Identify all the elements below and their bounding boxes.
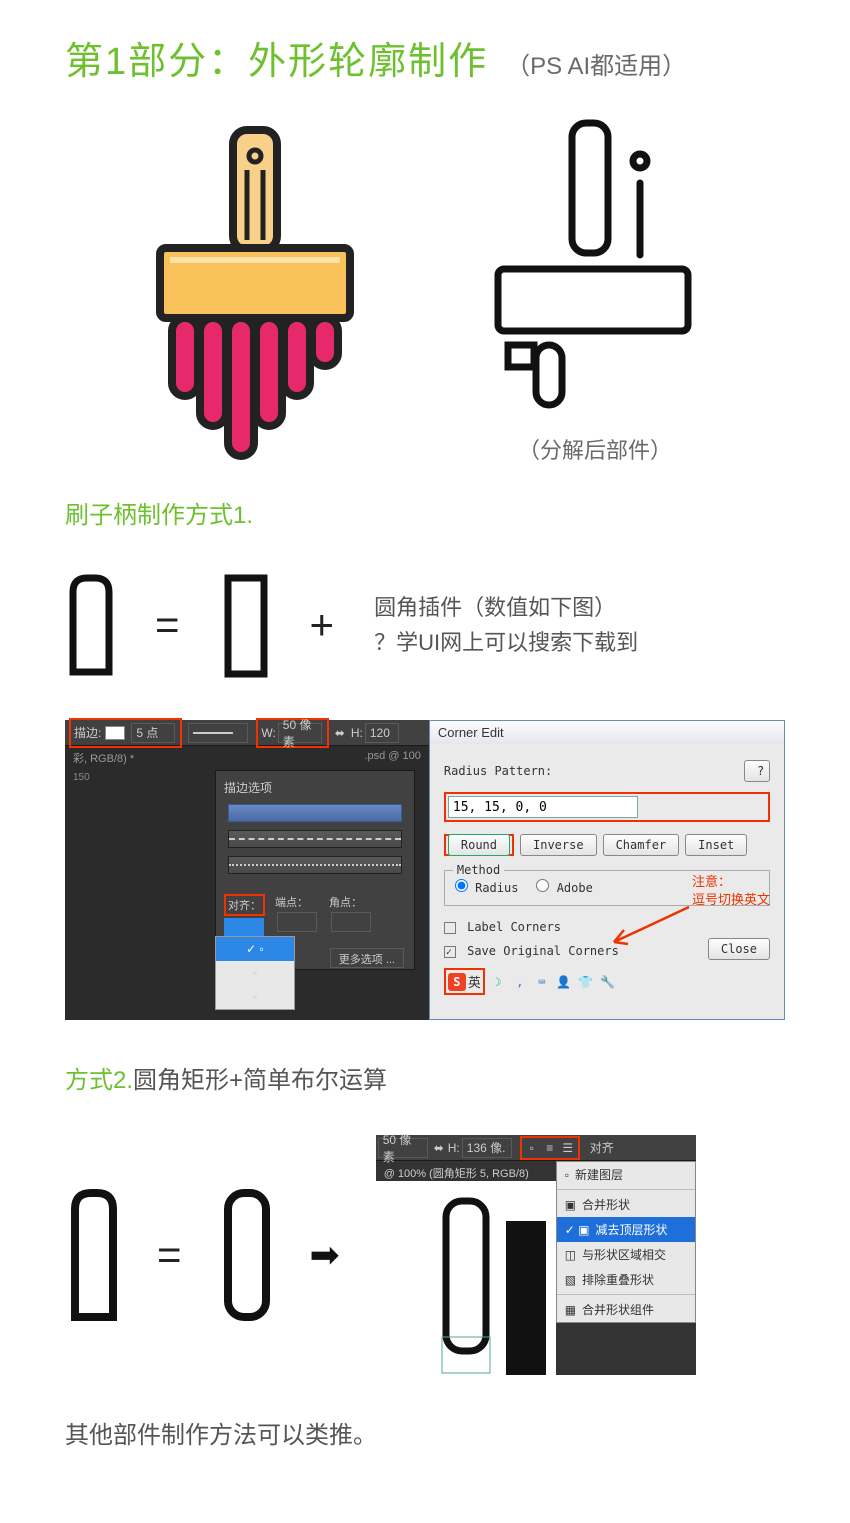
stroke-size-input[interactable]: 5 点 xyxy=(131,723,175,743)
section2-title: 方式2.圆角矩形+简单布尔运算 xyxy=(65,1060,785,1095)
corner-dropdown[interactable] xyxy=(331,912,371,932)
label-corners-checkbox[interactable] xyxy=(444,922,456,934)
ime-moon-icon[interactable]: ☽ xyxy=(489,973,507,991)
equals-sign-2: = xyxy=(157,1231,182,1279)
photoshop-layer-panel: 50 像素 ⬌ H: 136 像. ▫ ≡ ☰ 对齐 @ 100% (圆角矩形 … xyxy=(376,1135,696,1375)
more-options-button[interactable]: 更多选项 ... xyxy=(330,948,404,968)
method1-equation: = + 圆角插件（数值如下图） ？学UI网上可以搜索下载到 xyxy=(65,570,785,680)
rounded-top-rect-icon xyxy=(65,570,115,680)
plus-sign: + xyxy=(310,601,335,649)
footer-text: 其他部件制作方法可以类推。 xyxy=(65,1415,785,1450)
stroke-dotted-option[interactable] xyxy=(228,856,402,874)
rounded-rect-icon xyxy=(218,1185,274,1325)
method-legend: Method xyxy=(453,863,504,877)
link-icon-2[interactable]: ⬌ xyxy=(434,1141,444,1155)
corner-edit-dialog: Corner Edit Radius Pattern: ? Round Inve… xyxy=(429,720,785,1020)
round-button[interactable]: Round xyxy=(448,834,510,856)
arrange-icon[interactable]: ☰ xyxy=(559,1139,577,1157)
stroke-style-dropdown[interactable] xyxy=(188,723,248,743)
ime-user-icon[interactable]: 👤 xyxy=(555,973,573,991)
align-center-option[interactable]: ▫ xyxy=(216,961,294,985)
ime-keyboard-icon[interactable]: ⌨ xyxy=(533,973,551,991)
save-original-checkbox[interactable] xyxy=(444,946,456,958)
align-inside-option[interactable]: ✓ ▫ xyxy=(216,937,294,961)
illustration-caption: （分解后部件） xyxy=(518,433,672,465)
method1-text: 圆角插件（数值如下图） ？学UI网上可以搜索下载到 xyxy=(374,590,638,660)
rect-icon xyxy=(220,570,270,680)
arrow-icon xyxy=(604,902,694,952)
radius-radio[interactable]: Radius xyxy=(455,879,519,895)
inverse-button[interactable]: Inverse xyxy=(520,834,597,856)
align-outside-option[interactable]: ▫ xyxy=(216,985,294,1009)
photoshop-stroke-panel: 描边: 5 点 W: 50 像素 ⬌ H: 120 彩, RGB/8) * .p… xyxy=(65,720,429,1020)
method2-equation: = ➡ 50 像素 ⬌ H: 136 像. ▫ ≡ ☰ 对齐 @ 100% (圆… xyxy=(65,1135,785,1375)
illustration-row: （分解后部件） xyxy=(65,115,785,465)
sogou-ime-icon[interactable]: S xyxy=(448,973,466,991)
brush-colored xyxy=(140,120,360,460)
chamfer-button[interactable]: Chamfer xyxy=(603,834,680,856)
main-title: 第1部分：外形轮廓制作 xyxy=(65,30,488,85)
align-dropdown[interactable] xyxy=(224,918,264,936)
stroke-solid-option[interactable] xyxy=(228,804,402,822)
stroke-label: 描边: xyxy=(74,724,101,741)
align-label-2: 对齐 xyxy=(590,1139,614,1156)
width-input-2[interactable]: 50 像素 xyxy=(378,1138,428,1158)
shape-operations-menu: ▫新建图层 ▣合并形状 ✓ ▣减去顶层形状 ◫与形状区域相交 ▧排除重叠形状 ▦… xyxy=(556,1161,696,1323)
align-icon[interactable]: ≡ xyxy=(541,1139,559,1157)
inset-button[interactable]: Inset xyxy=(685,834,747,856)
link-icon[interactable]: ⬌ xyxy=(335,726,345,740)
adobe-radio[interactable]: Adobe xyxy=(536,879,592,895)
close-button[interactable]: Close xyxy=(708,938,770,960)
height-input-2[interactable]: 136 像. xyxy=(462,1138,512,1158)
height-input[interactable]: 120 xyxy=(365,723,399,743)
align-options-popup: ✓ ▫ ▫ ▫ xyxy=(215,936,295,1010)
ime-wrench-icon[interactable]: 🔧 xyxy=(599,973,617,991)
exclude-option[interactable]: ▧排除重叠形状 xyxy=(557,1267,695,1292)
stroke-options-title: 描边选项 xyxy=(224,779,406,796)
radius-pattern-input[interactable] xyxy=(448,796,638,818)
panels-group: 描边: 5 点 W: 50 像素 ⬌ H: 120 彩, RGB/8) * .p… xyxy=(65,720,785,1020)
cap-dropdown[interactable] xyxy=(277,912,317,932)
new-layer-option[interactable]: ▫新建图层 xyxy=(557,1162,695,1187)
help-button[interactable]: ? xyxy=(744,760,770,782)
dialog-title: Corner Edit xyxy=(430,721,784,744)
page-header: 第1部分：外形轮廓制作 （PS AI都适用） xyxy=(65,30,785,85)
width-input[interactable]: 50 像素 xyxy=(278,723,322,743)
intersect-option[interactable]: ◫与形状区域相交 xyxy=(557,1242,695,1267)
ime-lang-toggle[interactable]: 英 xyxy=(468,972,481,991)
note-text: 注意： 逗号切换英文 xyxy=(692,874,770,910)
rounded-top-rect-icon-2 xyxy=(65,1185,121,1325)
ime-punct-icon[interactable]: , xyxy=(511,973,529,991)
arrow-right-icon: ➡ xyxy=(310,1234,340,1276)
subtract-option[interactable]: ✓ ▣减去顶层形状 xyxy=(557,1217,695,1242)
pathops-icon[interactable]: ▫ xyxy=(523,1139,541,1157)
subtitle: （PS AI都适用） xyxy=(506,46,686,81)
merge-shapes-option[interactable]: ▣合并形状 xyxy=(557,1192,695,1217)
combine-option[interactable]: ▦合并形状组件 xyxy=(557,1297,695,1322)
brush-outline-parts: （分解后部件） xyxy=(480,115,710,465)
stroke-dashed-option[interactable] xyxy=(228,830,402,848)
equals-sign: = xyxy=(155,601,180,649)
radius-pattern-label: Radius Pattern: xyxy=(444,764,552,778)
ime-skin-icon[interactable]: 👕 xyxy=(577,973,595,991)
section1-label: 刷子柄制作方式1. xyxy=(65,495,785,530)
